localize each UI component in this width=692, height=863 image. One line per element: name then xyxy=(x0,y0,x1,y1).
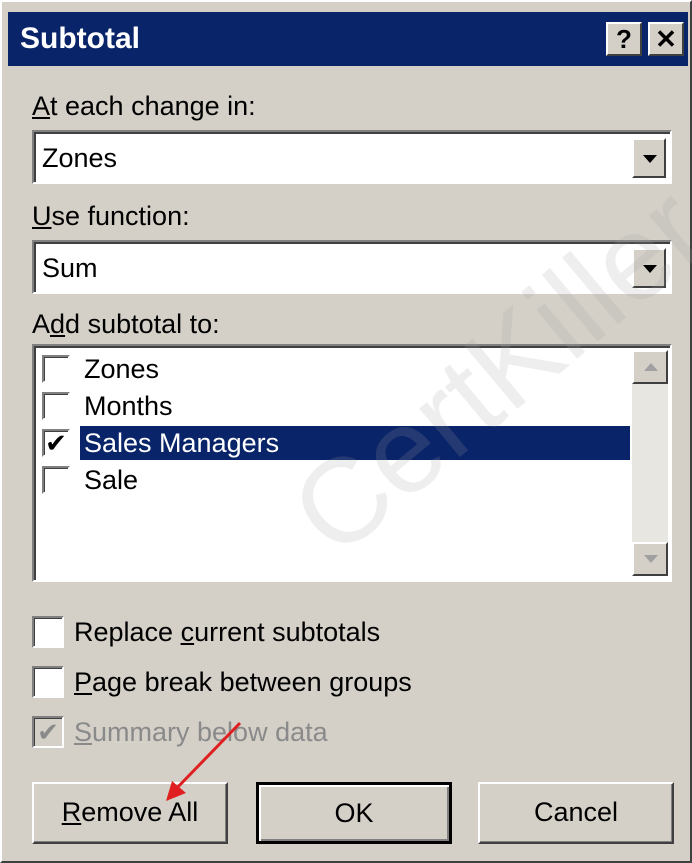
change-in-dropdown-button[interactable] xyxy=(632,138,666,178)
label-text: age break between groups xyxy=(92,667,412,697)
mnemonic: d xyxy=(50,309,66,339)
list-item-label: Zones xyxy=(84,354,160,384)
arrow-up-icon xyxy=(644,363,658,371)
mnemonic: R xyxy=(61,797,82,827)
months-checkbox[interactable] xyxy=(42,392,70,420)
close-button[interactable]: ✕ xyxy=(648,22,684,56)
change-in-value: Zones xyxy=(42,143,118,173)
scroll-down-button[interactable] xyxy=(632,542,668,576)
list-item-label: Sale xyxy=(84,465,139,495)
chevron-down-icon xyxy=(643,155,657,163)
arrow-head xyxy=(166,781,186,801)
subtotal-dialog: Subtotal ? ✕ At each change in: Zones Us… xyxy=(0,0,692,863)
use-function-label: Use function: xyxy=(32,200,190,232)
ok-button[interactable]: OK xyxy=(256,782,452,844)
label-text: Replace xyxy=(74,617,181,647)
change-in-label: At each change in: xyxy=(32,90,256,122)
add-subtotal-label: Add subtotal to: xyxy=(32,308,220,340)
list-item-zones[interactable]: Zones xyxy=(40,352,630,386)
add-subtotal-list[interactable]: Zones Months ✔ Sales Managers Sale xyxy=(32,344,672,582)
cancel-button[interactable]: Cancel xyxy=(478,782,674,844)
summary-below-checkbox: ✔ xyxy=(32,716,64,748)
page-break-checkbox[interactable] xyxy=(32,666,64,698)
dialog-title: Subtotal xyxy=(20,22,140,55)
sale-checkbox[interactable] xyxy=(42,466,70,494)
label-text: A xyxy=(32,309,51,339)
use-function-select[interactable]: Sum xyxy=(32,240,672,294)
label-text: se function: xyxy=(51,201,190,231)
list-item-sale[interactable]: Sale xyxy=(40,463,630,497)
use-function-dropdown-button[interactable] xyxy=(632,248,666,288)
label-text: urrent subtotals xyxy=(194,617,381,647)
mnemonic: P xyxy=(74,667,93,697)
list-item-label: Months xyxy=(84,391,173,421)
list-scrollbar[interactable] xyxy=(632,350,668,576)
list-item-sales-managers[interactable]: ✔ Sales Managers xyxy=(40,426,630,460)
annotation-arrow-icon xyxy=(166,721,242,801)
zones-checkbox[interactable] xyxy=(42,355,70,383)
mnemonic: U xyxy=(32,201,52,231)
label-text: d subtotal to: xyxy=(65,309,220,339)
arrow-down-icon xyxy=(644,555,658,563)
title-bar[interactable]: Subtotal ? ✕ xyxy=(8,12,688,66)
label-text: t each change in: xyxy=(50,91,256,121)
page-break-label: Page break between groups xyxy=(74,664,412,700)
scroll-up-button[interactable] xyxy=(632,350,668,384)
mnemonic: c xyxy=(180,617,195,647)
list-item-label-selected: Sales Managers xyxy=(80,426,630,460)
sales-managers-checkbox[interactable]: ✔ xyxy=(42,429,70,457)
replace-current-checkbox[interactable] xyxy=(32,616,64,648)
list-item-months[interactable]: Months xyxy=(40,389,630,423)
mnemonic: S xyxy=(74,717,93,747)
help-button[interactable]: ? xyxy=(606,22,642,56)
arrow-shaft xyxy=(172,721,242,793)
change-in-select[interactable]: Zones xyxy=(32,130,672,184)
mnemonic: A xyxy=(32,91,51,121)
chevron-down-icon xyxy=(643,265,657,273)
replace-current-label: Replace current subtotals xyxy=(74,614,380,650)
use-function-value: Sum xyxy=(42,253,98,283)
